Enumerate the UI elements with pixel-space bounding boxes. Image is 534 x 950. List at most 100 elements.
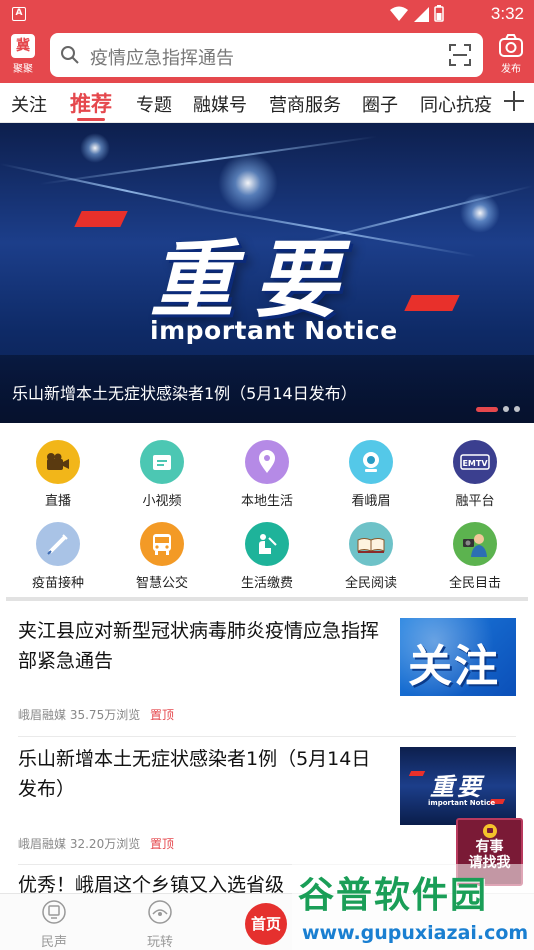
shortcut-media-platform[interactable]: EMTV 融平台 [425,440,525,510]
wifi-icon [390,6,408,21]
shortcut-label: 生活缴费 [240,576,293,591]
hand-icon [482,824,497,838]
thumbnail-subtext: important Notice [428,799,496,807]
bus-icon [140,522,184,566]
shortcut-bill-payment[interactable]: 生活缴费 [217,522,317,592]
publish-label: 发布 [501,64,521,75]
tab-recommend[interactable]: 推荐 [70,88,112,118]
shortcut-grid: 直播 小视频 本地生活 看峨眉 EMTV 融平台 疫苗接种 智慧公交 生活缴费 … [0,432,534,592]
search-icon [61,46,79,64]
shortcut-live[interactable]: 直播 [8,440,108,510]
category-tabs: 关注 推荐 专题 融媒号 营商服务 圈子 同心抗疫 [0,83,534,123]
app-header: 冀 聚聚 疫情应急指挥通告 发布 [0,28,534,83]
news-thumbnail: 关注 [400,618,516,696]
news-item[interactable]: 乐山新增本土无症状感染者1例（5月14日发布） 峨眉融媒 32.20万浏览 置顶… [18,744,516,854]
webcam-icon [349,440,393,484]
nav-label: 玩转 [146,935,173,950]
thumbnail-text: 重要 [430,773,484,801]
carousel-indicator [476,406,520,412]
camera-icon [36,440,80,484]
tab-topics[interactable]: 专题 [136,91,172,117]
logo-icon: 冀 [11,34,35,58]
news-views: 32.20万浏览 [69,837,141,851]
red-accent [404,295,460,311]
shortcut-local-life[interactable]: 本地生活 [217,440,317,510]
light-flare [80,133,110,163]
section-divider [6,597,528,601]
news-item[interactable]: 夹江县应对新型冠状病毒肺炎疫情应急指挥部紧急通告 峨眉融媒 35.75万浏览 置… [18,616,516,726]
scan-icon[interactable] [449,44,471,66]
news-title: 夹江县应对新型冠状病毒肺炎疫情应急指挥部紧急通告 [18,620,380,672]
active-tab-indicator [77,118,105,121]
logo-label: 聚聚 [13,64,33,75]
syringe-icon [36,522,80,566]
tab-anti-epidemic[interactable]: 同心抗疫 [420,91,492,117]
status-icons [390,5,444,22]
news-separator [18,736,516,737]
shortcut-label: 全民阅读 [344,576,397,591]
news-thumbnail: 重要 important Notice [400,747,516,825]
camera-icon [499,34,523,57]
shortcut-smart-bus[interactable]: 智慧公交 [112,522,212,592]
explore-icon [148,900,172,924]
red-accent [74,211,128,227]
shortcut-reading[interactable]: 全民阅读 [321,522,421,592]
nav-home-button[interactable]: 首页 [245,903,287,945]
tab-business[interactable]: 营商服务 [269,91,341,117]
nav-label: 民声 [40,935,67,950]
shortcut-label: 全民目击 [448,576,501,591]
banner-caption: 乐山新增本土无症状感染者1例（5月14日发布） [12,384,357,403]
svg-text:EMTV: EMTV [462,459,488,468]
banner-subtitle: important Notice [150,316,398,345]
search-placeholder: 疫情应急指挥通告 [90,48,234,69]
shortcut-label: 智慧公交 [135,576,188,591]
shortcut-watch-emei[interactable]: 看峨眉 [321,440,421,510]
nav-item-explore[interactable]: 玩转 [130,900,190,950]
carousel-dot-active[interactable] [476,406,498,412]
signal-icon [414,6,429,22]
shortcut-label: 疫苗接种 [31,576,84,591]
light-flare [460,193,500,233]
news-title: 乐山新增本土无症状感染者1例（5月14日发布） [18,748,371,800]
carousel-dot[interactable] [514,406,520,412]
thumbnail-text: 关注 [408,641,500,692]
news-meta: 峨眉融媒 32.20万浏览 置顶 [18,835,174,852]
app-notification-icon: A [12,7,26,21]
watermark-url: www.gupuxiazai.com [302,922,529,944]
banner-carousel[interactable]: 重要 important Notice 乐山新增本土无症状感染者1例（5月14日… [0,123,534,423]
shortcut-label: 融平台 [455,494,495,509]
pinned-badge: 置顶 [150,708,175,722]
video-icon [140,440,184,484]
badge-line-1: 有事 [475,839,504,855]
shortcut-label: 小视频 [142,494,182,509]
news-views: 35.75万浏览 [69,708,141,722]
pinned-badge: 置顶 [150,837,175,851]
shortcut-label: 看峨眉 [351,494,391,509]
tab-follow[interactable]: 关注 [11,91,47,117]
location-icon [245,440,289,484]
news-source: 峨眉融媒 [18,708,67,722]
news-source: 峨眉融媒 [18,837,67,851]
book-icon [349,522,393,566]
add-tab-icon[interactable] [502,89,526,113]
nav-item-voice[interactable]: 民声 [24,900,84,950]
shortcut-label: 直播 [44,494,71,509]
tab-media[interactable]: 融媒号 [193,91,247,117]
shortcut-witness[interactable]: 全民目击 [425,522,525,592]
clock: 3:32 [490,4,524,23]
shortcut-vaccination[interactable]: 疫苗接种 [8,522,108,592]
publish-button[interactable]: 发布 [496,34,526,78]
tv-icon: EMTV [453,440,497,484]
tab-circles[interactable]: 圈子 [362,91,398,117]
status-bar: A 3:32 [0,0,534,28]
carousel-dot[interactable] [503,406,509,412]
reporter-icon [453,522,497,566]
logo-button[interactable]: 冀 聚聚 [8,34,38,76]
shortcut-label: 本地生活 [240,494,293,509]
shortcut-short-video[interactable]: 小视频 [112,440,212,510]
search-bar[interactable]: 疫情应急指挥通告 [50,33,483,77]
light-flare [218,153,278,213]
payment-icon [245,522,289,566]
site-watermark: 谷普软件园 www.gupuxiazai.com [292,864,534,950]
watermark-title: 谷普软件园 [298,875,489,916]
